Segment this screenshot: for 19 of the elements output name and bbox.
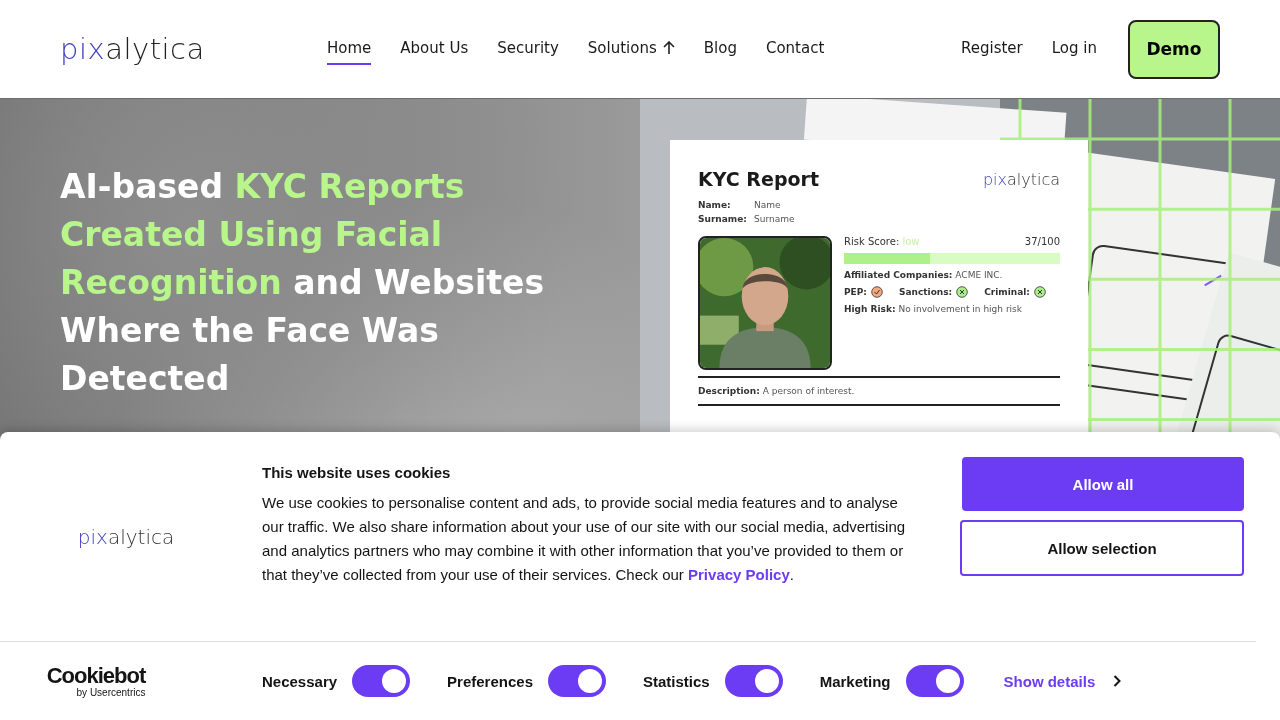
banner-title: This website uses cookies: [262, 464, 452, 481]
toggle-switch[interactable]: [548, 665, 606, 697]
nav-link[interactable]: Contact: [765, 33, 825, 65]
toggle-label: Necessary: [262, 672, 338, 690]
brand-name: Cookiebot: [46, 664, 146, 687]
nav-link[interactable]: Home: [327, 33, 372, 65]
nav-link[interactable]: Register: [961, 33, 1023, 65]
nav-link[interactable]: Solutions: [587, 33, 675, 65]
brand-tagline: by Usercentrics: [76, 686, 146, 698]
logo: pixalytica: [77, 524, 175, 549]
toggle-label: Preferences: [447, 672, 533, 690]
headline: AI-based KYC Reports Created Using Facial Recognition and Websites Where the Face Was Detected: [60, 166, 546, 400]
nav-link[interactable]: Blog: [703, 33, 737, 65]
logo[interactable]: pixalytica: [60, 32, 300, 66]
demo-button[interactable]: Demo: [1128, 19, 1220, 79]
nav-link[interactable]: About Us: [400, 33, 469, 65]
nav-link[interactable]: Log in: [1051, 33, 1097, 65]
toggle-switch[interactable]: [352, 665, 411, 697]
nav-link[interactable]: Security: [497, 33, 559, 65]
